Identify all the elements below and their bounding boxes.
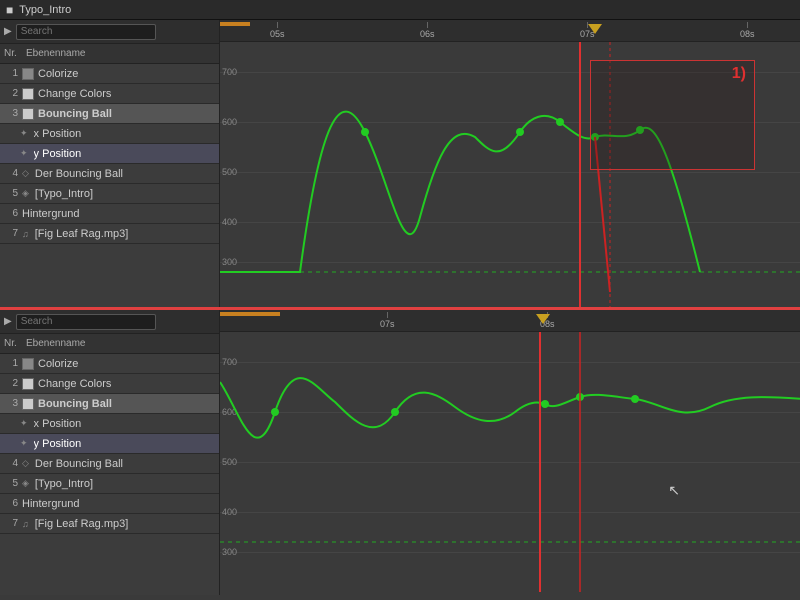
layer-row[interactable]: 5 ◈ [Typo_Intro] — [0, 184, 219, 204]
layer-swatch — [22, 378, 34, 390]
layer-name: Change Colors — [38, 88, 215, 100]
layer-swatch — [22, 88, 34, 100]
layer-list-top: ▶ Nr. Ebenenname 1 Colorize 2 Change Col… — [0, 20, 220, 307]
panel-top: ▶ Nr. Ebenenname 1 Colorize 2 Change Col… — [0, 20, 800, 310]
title-bar: ■ Typo_Intro — [0, 0, 800, 20]
annotation-label: 1) — [732, 65, 746, 83]
layer-row-xpos-2[interactable]: ✦ x Position — [0, 414, 219, 434]
transform-icon: ✦ — [20, 148, 28, 159]
ruler-mark: 05s — [270, 22, 285, 39]
layer-row[interactable]: 7 ♫ [Fig Leaf Rag.mp3] — [0, 514, 219, 534]
ruler-mark: 07s — [380, 312, 395, 329]
layer-row[interactable]: 4 ◇ Der Bouncing Ball — [0, 454, 219, 474]
layer-name: Bouncing Ball — [38, 108, 215, 120]
layer-toolbar-bottom: ▶ — [0, 310, 219, 334]
layer-name: y Position — [34, 438, 215, 450]
layer-row-ypos-2[interactable]: ✦ y Position — [0, 434, 219, 454]
layer-list-bottom: ▶ Nr. Ebenenname 1 Colorize 2 Change Col… — [0, 310, 220, 595]
transform-icon: ✦ — [20, 418, 28, 429]
col-nr-bottom: Nr. — [4, 338, 18, 349]
layer-name: Der Bouncing Ball — [35, 168, 215, 180]
layer-swatch — [22, 108, 34, 120]
layer-headers-bottom: Nr. Ebenenname — [0, 334, 219, 354]
layer-row[interactable]: 1 Colorize — [0, 64, 219, 84]
col-name-bottom: Ebenenname — [26, 338, 86, 349]
layer-row[interactable]: 6 Hintergrund — [0, 494, 219, 514]
layer-name: Change Colors — [38, 378, 215, 390]
graph-canvas-top: 700 600 500 400 300 — [220, 42, 800, 307]
audio-icon: ♫ — [22, 229, 29, 239]
col-nr-top: Nr. — [4, 48, 18, 59]
layer-name: [Fig Leaf Rag.mp3] — [35, 228, 215, 240]
layer-row-bouncing-ball-2[interactable]: 3 Bouncing Ball — [0, 394, 219, 414]
layer-row[interactable]: 4 ◇ Der Bouncing Ball — [0, 164, 219, 184]
title-text: Typo_Intro — [19, 4, 71, 16]
layer-toolbar-top: ▶ — [0, 20, 219, 44]
layer-row[interactable]: 2 Change Colors — [0, 374, 219, 394]
layer-row[interactable]: 7 ♫ [Fig Leaf Rag.mp3] — [0, 224, 219, 244]
layer-row[interactable]: 2 Change Colors — [0, 84, 219, 104]
layer-swatch — [22, 358, 34, 370]
layer-headers-top: Nr. Ebenenname — [0, 44, 219, 64]
col-name-top: Ebenenname — [26, 48, 86, 59]
layer-name: Der Bouncing Ball — [35, 458, 215, 470]
playhead-marker-top — [588, 24, 602, 34]
layer-swatch — [22, 398, 34, 410]
ruler-mark: 08s — [740, 22, 755, 39]
playhead-marker-bottom — [536, 314, 550, 324]
panel-icon: ▶ — [4, 316, 12, 327]
panel-bottom: ▶ Nr. Ebenenname 1 Colorize 2 Change Col… — [0, 310, 800, 595]
graph-svg-bottom — [220, 332, 800, 595]
graph-area-bottom: 07s 08s 700 600 500 400 300 — [220, 310, 800, 595]
layer-name: Bouncing Ball — [38, 398, 215, 410]
layer-name: x Position — [34, 418, 215, 430]
layer-name: [Typo_Intro] — [35, 188, 215, 200]
precomp-icon: ◈ — [22, 478, 29, 489]
timeline-ruler-bottom[interactable]: 07s 08s — [220, 310, 800, 332]
ruler-mark: 06s — [420, 22, 435, 39]
audio-icon: ♫ — [22, 519, 29, 529]
layer-name: [Typo_Intro] — [35, 478, 215, 490]
precomp-icon: ◇ — [22, 458, 29, 469]
graph-area-top: 05s 06s 07s 08s 09s 700 600 5 — [220, 20, 800, 307]
precomp-icon: ◇ — [22, 168, 29, 179]
graph-canvas-bottom: 700 600 500 400 300 — [220, 332, 800, 595]
layer-row-ypos[interactable]: ✦ y Position — [0, 144, 219, 164]
app-icon: ■ — [6, 3, 13, 17]
layer-name: Colorize — [38, 358, 215, 370]
layer-swatch — [22, 68, 34, 80]
panel-icon: ▶ — [4, 26, 12, 37]
search-input-top[interactable] — [16, 24, 156, 40]
layer-row-bouncing-ball[interactable]: 3 Bouncing Ball — [0, 104, 219, 124]
layer-row[interactable]: 1 Colorize — [0, 354, 219, 374]
layer-name: x Position — [34, 128, 215, 140]
layer-name: Colorize — [38, 68, 215, 80]
layer-row[interactable]: 5 ◈ [Typo_Intro] — [0, 474, 219, 494]
transform-icon: ✦ — [20, 128, 28, 139]
search-input-bottom[interactable] — [16, 314, 156, 330]
cursor-indicator: ↖ — [668, 482, 680, 499]
layer-name: [Fig Leaf Rag.mp3] — [35, 518, 215, 530]
timeline-ruler-top[interactable]: 05s 06s 07s 08s 09s — [220, 20, 800, 42]
layer-name: y Position — [34, 148, 215, 160]
layer-row[interactable]: 6 Hintergrund — [0, 204, 219, 224]
layer-row-xpos[interactable]: ✦ x Position — [0, 124, 219, 144]
annotation-box: 1) — [590, 60, 755, 170]
transform-icon: ✦ — [20, 438, 28, 449]
layer-name: Hintergrund — [22, 498, 215, 510]
precomp-icon: ◈ — [22, 188, 29, 199]
layer-name: Hintergrund — [22, 208, 215, 220]
